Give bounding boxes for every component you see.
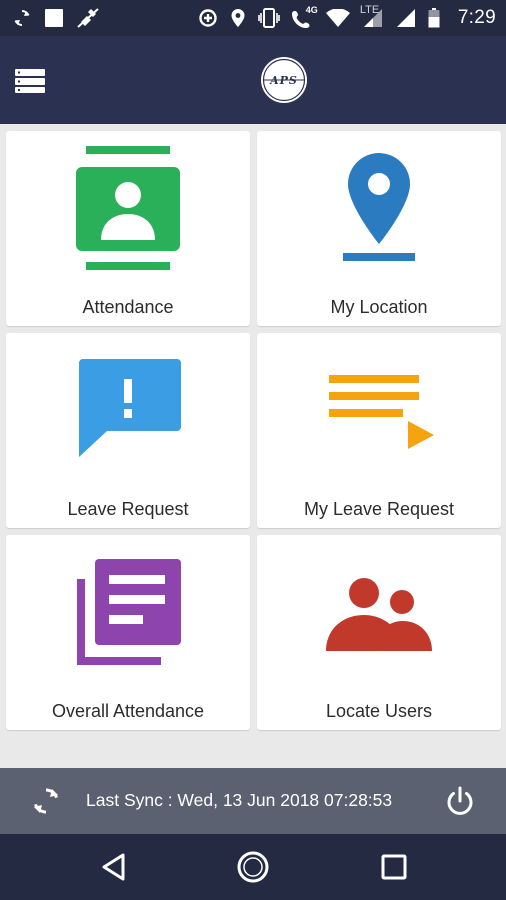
tile-label: Locate Users [325,701,433,721]
status-bar: 4G LTE 7:29 [0,0,506,36]
app-bar: APS [0,36,506,124]
attendance-tile[interactable]: Attendance [6,131,250,326]
lte-label: LTE [359,4,380,16]
attendance-contact-card-icon [73,143,183,278]
4g-label: 4G [305,5,318,15]
notification-square-icon [44,8,64,28]
logo-text: APS [270,73,298,87]
my-leave-request-tile[interactable]: My Leave Request [257,333,501,528]
sync-bar: Last Sync : Wed, 13 Jun 2018 07:28:53 [0,768,506,834]
home-circle-icon[interactable] [235,849,271,885]
data-saver-icon [198,8,218,28]
alert-speech-bubble-icon [73,345,183,480]
tile-label: Leave Request [67,499,189,519]
tile-label: My Leave Request [303,499,455,519]
menu-list-icon[interactable] [14,68,46,94]
overall-attendance-tile[interactable]: Overall Attendance [6,535,250,730]
tile-label: Overall Attendance [51,701,205,721]
leave-request-tile[interactable]: Leave Request [6,333,250,528]
app-logo: APS [260,56,308,104]
back-triangle-icon[interactable] [96,849,132,885]
power-icon[interactable] [444,785,476,817]
battery-icon [428,8,440,28]
sync-icon[interactable] [30,785,62,817]
system-nav-bar [0,834,506,900]
recents-square-icon[interactable] [376,849,412,885]
tile-label: My Location [330,297,428,317]
sync-status-icon [12,8,32,28]
users-group-icon [324,547,434,682]
my-location-tile[interactable]: My Location [257,131,501,326]
dashboard-grid: Attendance My Location Leave Request My … [6,131,501,730]
map-pin-icon [324,143,434,278]
locate-users-tile[interactable]: Locate Users [257,535,501,730]
satellite-off-icon [76,8,100,28]
location-pin-icon [230,8,246,28]
tile-label: Attendance [82,297,174,317]
signal-icon [396,8,416,28]
lte-signal-icon: LTE [360,4,384,28]
playlist-icon [324,345,434,480]
last-sync-text: Last Sync : Wed, 13 Jun 2018 07:28:53 [86,790,393,810]
wifi-icon [325,9,350,27]
4g-call-icon: 4G [291,5,318,28]
vibrate-icon [258,8,280,28]
status-time: 7:29 [457,7,496,28]
stacked-documents-icon [73,547,183,682]
